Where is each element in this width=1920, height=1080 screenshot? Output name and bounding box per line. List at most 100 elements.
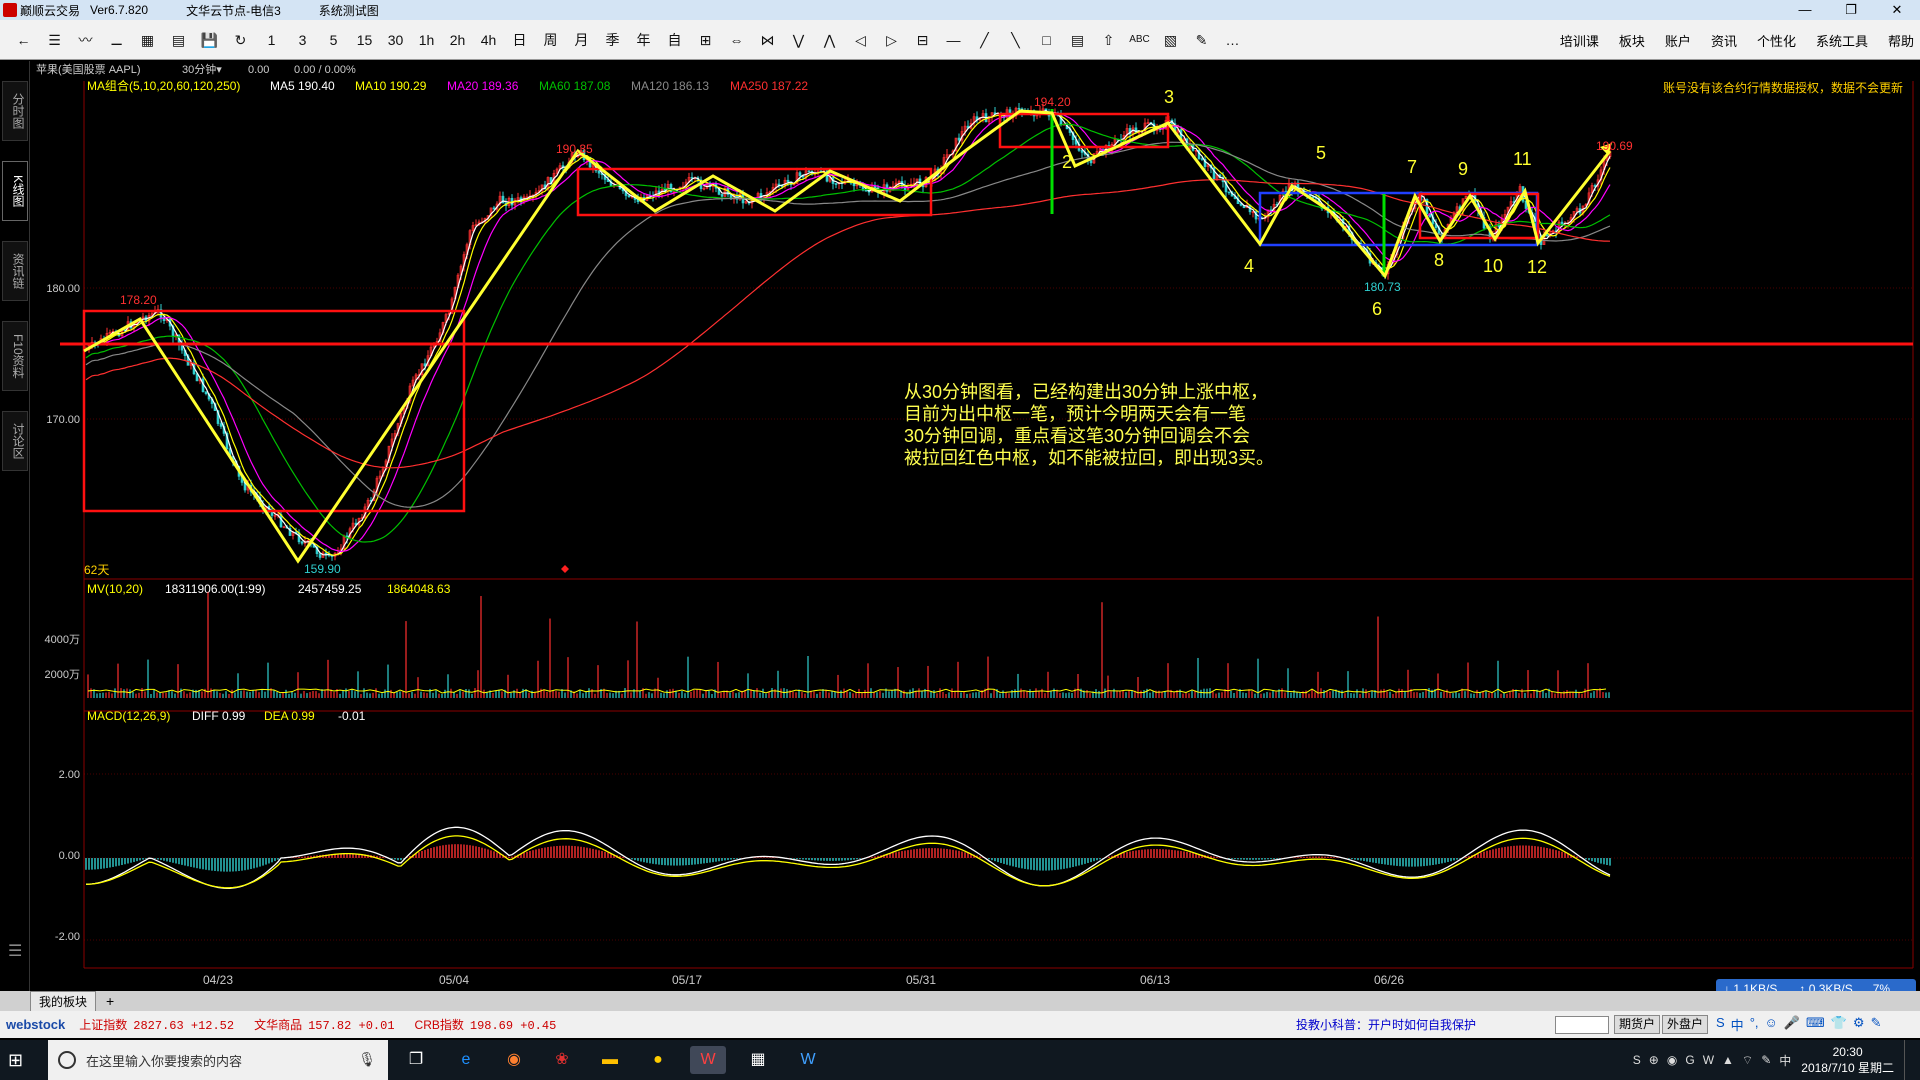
tray-app-icon[interactable]: ◉: [1667, 1053, 1677, 1067]
ime-indicator[interactable]: 中: [1779, 1052, 1791, 1069]
ma-group-label[interactable]: MA组合(5,10,20,60,120,250): [87, 78, 240, 93]
period-15min-button[interactable]: 15: [350, 26, 380, 54]
tb-grid-button[interactable]: ▦: [133, 26, 163, 54]
tb-back-button[interactable]: ←: [9, 26, 39, 54]
period-year-button[interactable]: 年: [629, 26, 659, 54]
browser-icon[interactable]: ◉: [496, 1046, 532, 1074]
draw-channel-button[interactable]: ▤: [1063, 26, 1093, 54]
index-sse[interactable]: 上证指数 2827.63 +12.52: [79, 1016, 234, 1033]
period-quarter-button[interactable]: 季: [598, 26, 628, 54]
app-red-icon[interactable]: ❀: [544, 1046, 580, 1074]
futures-account-button[interactable]: 期货户: [1614, 1015, 1661, 1034]
tray-pen-icon[interactable]: ✎: [1761, 1053, 1771, 1067]
period-month-button[interactable]: 月: [567, 26, 597, 54]
bi-stroke-line[interactable]: [83, 109, 1612, 564]
chart-area[interactable]: 苹果(美国股票 AAPL) 30分钟▾ 0.00 0.00 / 0.00% MA…: [30, 61, 1920, 991]
period-2h-button[interactable]: 2h: [443, 26, 473, 54]
settings-icon[interactable]: ⚙: [1853, 1015, 1865, 1034]
file-explorer-icon[interactable]: ▬: [592, 1046, 628, 1074]
tab-timeshare[interactable]: 分时图: [2, 81, 28, 141]
volume-label[interactable]: MV(10,20): [87, 582, 143, 596]
period-select[interactable]: 30分钟▾: [182, 62, 222, 76]
menu-sector[interactable]: 板块: [1619, 31, 1645, 50]
taskbar-search-input[interactable]: 在这里输入你要搜索的内容 🎙: [48, 1040, 388, 1080]
tb-tool-1[interactable]: ⊞: [691, 26, 721, 54]
app-w-icon[interactable]: W: [790, 1046, 826, 1074]
period-day-button[interactable]: 日: [505, 26, 535, 54]
punctuation-icon[interactable]: °,: [1750, 1015, 1759, 1034]
more-button[interactable]: …: [1218, 26, 1248, 54]
foreign-account-button[interactable]: 外盘户: [1662, 1015, 1709, 1034]
close-button[interactable]: ✕: [1874, 0, 1920, 20]
kline-chart[interactable]: 苹果(美国股票 AAPL) 30分钟▾ 0.00 0.00 / 0.00% MA…: [30, 61, 1920, 991]
draw-ray-button[interactable]: ╲: [1001, 26, 1031, 54]
sogou-icon[interactable]: S: [1716, 1015, 1725, 1034]
chinese-mode-icon[interactable]: 中: [1731, 1015, 1744, 1034]
edge-icon[interactable]: e: [448, 1046, 484, 1074]
quick-search-input[interactable]: [1555, 1016, 1609, 1034]
draw-hline-button[interactable]: —: [939, 26, 969, 54]
wifi-icon[interactable]: ⌔: [1742, 1053, 1753, 1068]
menu-system-tools[interactable]: 系统工具: [1816, 31, 1868, 50]
app-yellow-icon[interactable]: ●: [640, 1046, 676, 1074]
menu-lines-icon[interactable]: ☰: [8, 941, 22, 961]
draw-text-button[interactable]: ABC: [1125, 26, 1155, 54]
menu-account[interactable]: 账户: [1665, 31, 1691, 50]
menu-personalize[interactable]: 个性化: [1757, 31, 1796, 50]
tb-tool-5[interactable]: ⋀: [815, 26, 845, 54]
index-wenhua[interactable]: 文华商品 157.82 +0.01: [254, 1016, 394, 1033]
period-5min-button[interactable]: 5: [319, 26, 349, 54]
tray-g-icon[interactable]: G: [1685, 1053, 1694, 1067]
mic-icon[interactable]: 🎙: [358, 1051, 376, 1068]
tb-tool-4[interactable]: ⋁: [784, 26, 814, 54]
tray-up-icon[interactable]: ▲: [1722, 1053, 1734, 1067]
draw-rect-button[interactable]: □: [1032, 26, 1062, 54]
index-crb[interactable]: CRB指数 198.69 +0.45: [415, 1016, 557, 1033]
task-view-icon[interactable]: ❐: [398, 1046, 434, 1074]
tray-sogou-icon[interactable]: S: [1633, 1053, 1641, 1067]
period-custom-button[interactable]: 自: [660, 26, 690, 54]
tab-my-sector[interactable]: 我的板块: [30, 990, 97, 1012]
draw-fill-button[interactable]: ▧: [1156, 26, 1186, 54]
tb-next-button[interactable]: ▷: [877, 26, 907, 54]
edu-tip-link[interactable]: 投教小科普：开户时如何自我保护: [1296, 1016, 1476, 1033]
macd-label[interactable]: MACD(12,26,9): [87, 709, 170, 723]
tray-shield-icon[interactable]: ⊕: [1649, 1053, 1659, 1067]
tb-list-button[interactable]: ☰: [40, 26, 70, 54]
tb-timeline-button[interactable]: 〰: [71, 26, 101, 54]
period-1h-button[interactable]: 1h: [412, 26, 442, 54]
period-week-button[interactable]: 周: [536, 26, 566, 54]
tb-prev-button[interactable]: ◁: [846, 26, 876, 54]
zhongshu-box-1[interactable]: [82, 309, 466, 513]
pen-icon[interactable]: ✎: [1871, 1015, 1882, 1034]
server-name[interactable]: 文华云节点-电信3: [186, 2, 281, 19]
tb-tool-2[interactable]: ⇔: [722, 26, 752, 54]
restore-button[interactable]: ❐: [1828, 0, 1874, 20]
symbol-label[interactable]: 苹果(美国股票 AAPL): [36, 62, 141, 76]
tb-table-button[interactable]: ▤: [164, 26, 194, 54]
add-tab-button[interactable]: +: [106, 993, 114, 1009]
tb-refresh-button[interactable]: ↻: [226, 26, 256, 54]
minimize-button[interactable]: —: [1782, 0, 1828, 20]
draw-pen-button[interactable]: ✎: [1187, 26, 1217, 54]
tray-w-icon[interactable]: W: [1703, 1053, 1714, 1067]
mic-icon[interactable]: 🎤: [1784, 1015, 1800, 1034]
tb-tool-3[interactable]: ⋈: [753, 26, 783, 54]
system-clock[interactable]: 20:30 2018/7/10 星期二: [1801, 1044, 1894, 1076]
period-1min-button[interactable]: 1: [257, 26, 287, 54]
period-4h-button[interactable]: 4h: [474, 26, 504, 54]
calculator-icon[interactable]: ▦: [740, 1046, 776, 1074]
menu-training[interactable]: 培训课: [1560, 31, 1599, 50]
draw-arrow-button[interactable]: ⇧: [1094, 26, 1124, 54]
show-desktop-button[interactable]: [1904, 1040, 1914, 1080]
keyboard-icon[interactable]: ⌨: [1806, 1015, 1825, 1034]
tb-layout-button[interactable]: ⊟: [908, 26, 938, 54]
tab-kline[interactable]: K线图: [2, 161, 28, 221]
windows-start-icon[interactable]: ⊞: [8, 1050, 23, 1071]
tb-save-button[interactable]: 💾: [195, 26, 225, 54]
system-test-menu[interactable]: 系统测试图: [319, 2, 379, 19]
skin-icon[interactable]: 👕: [1831, 1015, 1847, 1034]
draw-line-button[interactable]: ╱: [970, 26, 1000, 54]
menu-help[interactable]: 帮助: [1888, 31, 1914, 50]
period-3min-button[interactable]: 3: [288, 26, 318, 54]
